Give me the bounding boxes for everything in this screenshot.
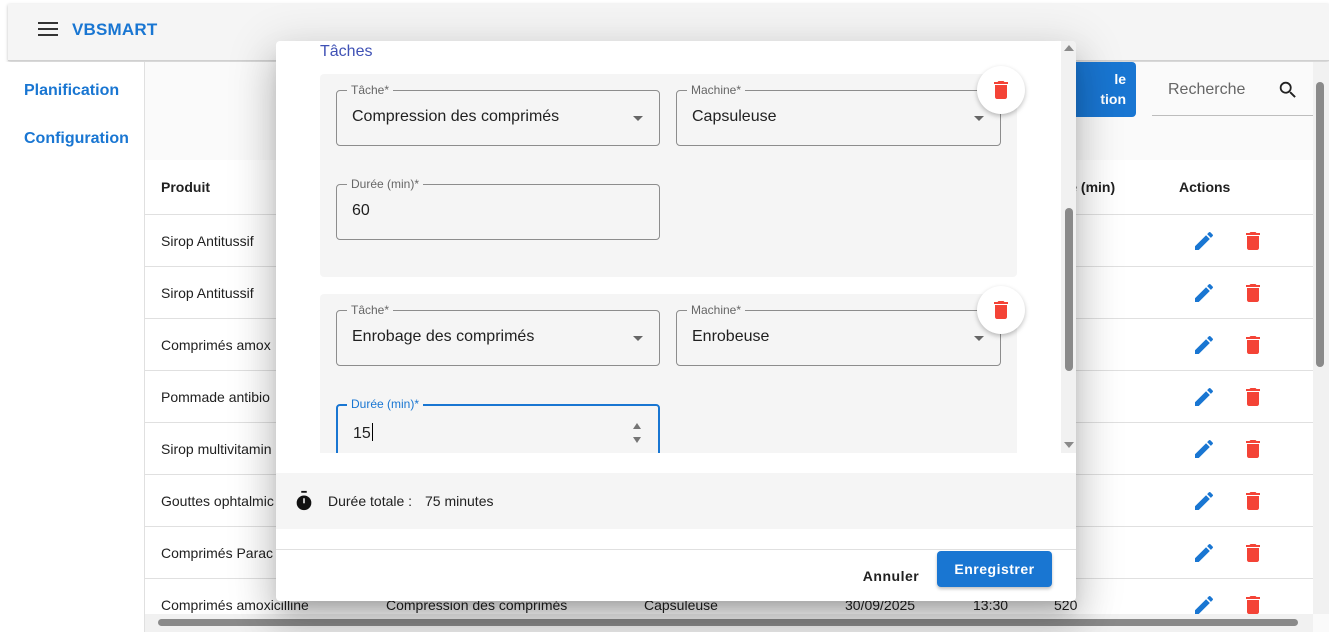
page-vertical-scroll-thumb[interactable]	[1316, 82, 1324, 367]
duration-field-value: 15	[353, 423, 373, 443]
search-input[interactable]: Recherche	[1168, 81, 1245, 99]
cell-produit: Gouttes ophtalmic	[161, 493, 274, 509]
task-select-value: Enrobage des comprimés	[352, 328, 535, 345]
search-icon[interactable]	[1277, 79, 1299, 101]
duration-field-label: Durée (min)*	[347, 177, 424, 191]
cell-produit: Pommade antibio	[161, 389, 270, 405]
trash-icon[interactable]	[1241, 489, 1265, 513]
total-duration-label: Durée totale :	[328, 493, 413, 509]
total-duration-value: 75 minutes	[425, 493, 494, 509]
trash-icon[interactable]	[1241, 437, 1265, 461]
trash-icon	[994, 81, 1008, 99]
header-produit: Produit	[161, 179, 210, 195]
new-button-label-1: le	[1114, 71, 1126, 87]
text-cursor	[371, 423, 373, 441]
task-select[interactable]: Tâche* Enrobage des comprimés	[336, 303, 660, 366]
task-select-label: Tâche*	[347, 303, 394, 317]
duration-field-label: Durée (min)*	[347, 397, 424, 411]
task-card: Tâche* Enrobage des comprimés Machine* E…	[320, 294, 1017, 453]
machine-select-value: Enrobeuse	[692, 328, 770, 345]
dropdown-arrow-icon[interactable]	[974, 116, 984, 121]
pencil-icon[interactable]	[1192, 333, 1216, 357]
dialog-actions: Annuler Enregistrer	[276, 549, 1076, 601]
scroll-down-arrow-icon[interactable]	[1064, 442, 1074, 448]
dropdown-arrow-icon[interactable]	[633, 116, 643, 121]
trash-icon[interactable]	[1241, 541, 1265, 565]
sidebar-item-planification[interactable]: Planification	[24, 82, 119, 100]
cell-produit: Sirop Antitussif	[161, 233, 254, 249]
new-button-label-2: tion	[1100, 91, 1126, 107]
task-select-value: Compression des comprimés	[352, 108, 560, 125]
machine-select-value: Capsuleuse	[692, 108, 777, 125]
number-spinner-icon[interactable]	[632, 420, 642, 446]
duration-field[interactable]: Durée (min)* 60	[336, 177, 660, 240]
pencil-icon[interactable]	[1192, 229, 1216, 253]
app-brand[interactable]: VBSMART	[72, 20, 157, 40]
save-button[interactable]: Enregistrer	[937, 551, 1052, 587]
task-dialog: Tâches Tâche* Compression des comprimés …	[276, 41, 1076, 601]
cell-produit: Comprimés Parac	[161, 545, 274, 561]
header-actions: Actions	[1179, 179, 1231, 195]
pencil-icon[interactable]	[1192, 437, 1216, 461]
sidebar: Planification Configuration	[0, 62, 145, 632]
trash-icon[interactable]	[1241, 333, 1265, 357]
duration-field-focused[interactable]: Durée (min)* 15	[336, 397, 660, 453]
trash-icon[interactable]	[1241, 229, 1265, 253]
trash-icon[interactable]	[1241, 281, 1265, 305]
pencil-icon[interactable]	[1192, 385, 1216, 409]
sidebar-item-configuration[interactable]: Configuration	[24, 130, 129, 148]
search-field[interactable]: Recherche	[1152, 66, 1313, 116]
duration-input-text[interactable]: 15	[353, 425, 371, 442]
dialog-content: Tâches Tâche* Compression des comprimés …	[276, 41, 1076, 453]
task-select-label: Tâche*	[347, 83, 394, 97]
dialog-scroll-thumb[interactable]	[1065, 208, 1073, 371]
scroll-up-arrow-icon[interactable]	[1064, 45, 1074, 51]
machine-select-label: Machine*	[687, 83, 746, 97]
trash-icon	[994, 301, 1008, 319]
dropdown-arrow-icon[interactable]	[974, 336, 984, 341]
table-horizontal-scroll-thumb[interactable]	[158, 619, 1298, 626]
delete-task-button[interactable]	[977, 66, 1025, 114]
delete-task-button[interactable]	[977, 286, 1025, 334]
machine-select[interactable]: Machine* Capsuleuse	[676, 83, 1001, 146]
pencil-icon[interactable]	[1192, 281, 1216, 305]
cancel-button[interactable]: Annuler	[854, 558, 928, 594]
hamburger-icon[interactable]	[38, 22, 58, 38]
pencil-icon[interactable]	[1192, 489, 1216, 513]
trash-icon[interactable]	[1241, 385, 1265, 409]
cell-produit: Sirop Antitussif	[161, 285, 254, 301]
machine-select[interactable]: Machine* Enrobeuse	[676, 303, 1001, 366]
machine-select-label: Machine*	[687, 303, 746, 317]
section-title-taches: Tâches	[320, 43, 373, 60]
pencil-icon[interactable]	[1192, 541, 1216, 565]
task-card: Tâche* Compression des comprimés Machine…	[320, 74, 1017, 277]
stopwatch-icon	[296, 490, 312, 511]
task-select[interactable]: Tâche* Compression des comprimés	[336, 83, 660, 146]
cell-produit: Comprimés amox	[161, 337, 271, 353]
total-duration-bar: Durée totale : 75 minutes	[276, 473, 1076, 529]
dropdown-arrow-icon[interactable]	[633, 336, 643, 341]
cell-produit: Sirop multivitamin	[161, 441, 272, 457]
duration-field-value: 60	[352, 202, 370, 219]
